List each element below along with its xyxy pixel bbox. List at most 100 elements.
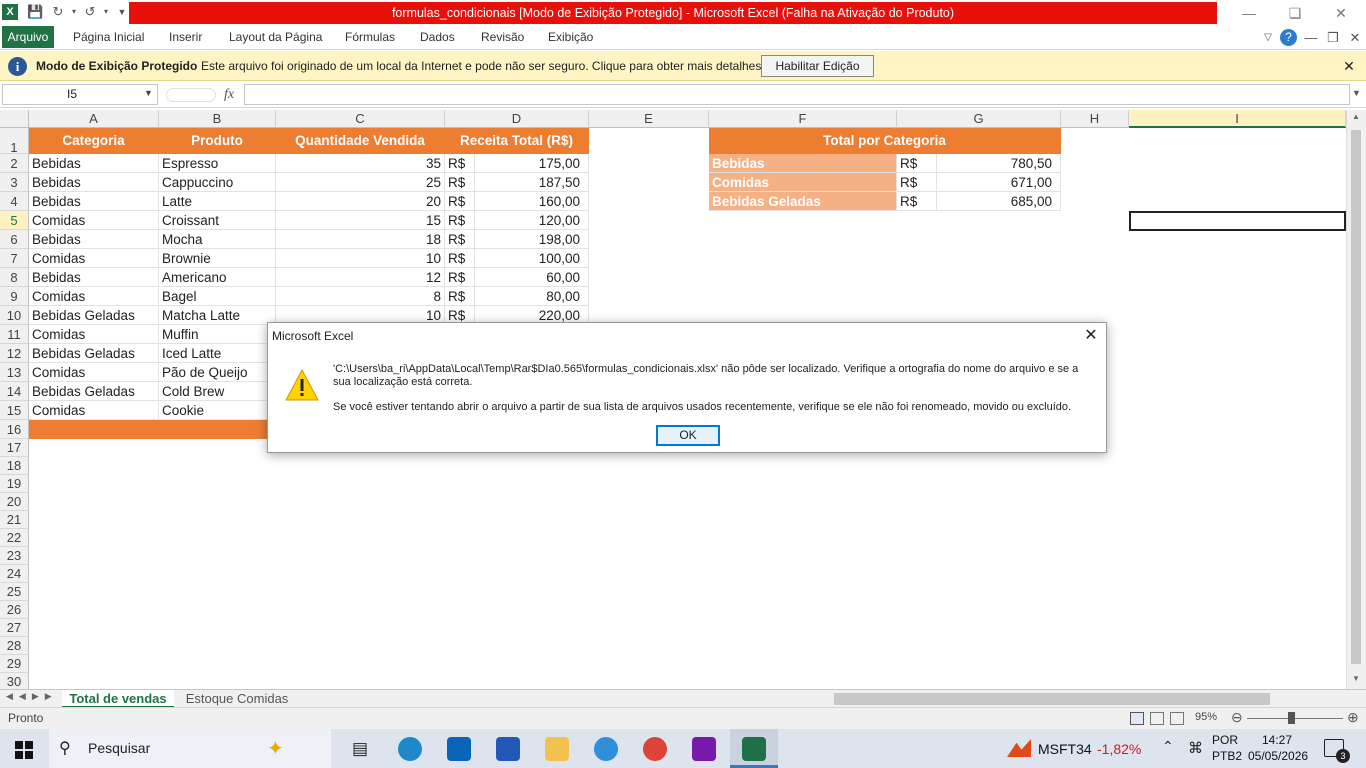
column-header[interactable]: I (1129, 110, 1346, 128)
insert-function-icon[interactable]: fx (224, 87, 234, 103)
table-cell-receita[interactable]: 160,00 (475, 192, 589, 211)
zoom-in-icon[interactable]: ⊕ (1347, 709, 1359, 726)
ribbon-minimize-icon[interactable]: — (1302, 29, 1320, 47)
row-header[interactable]: 8 (0, 268, 29, 287)
sheet-tab-total-de-vendas[interactable]: Total de vendas (62, 690, 174, 708)
table-cell-receita[interactable]: 60,00 (475, 268, 589, 287)
close-icon[interactable]: ✕ (1340, 57, 1358, 75)
row-header[interactable]: 7 (0, 249, 29, 268)
summary-currency[interactable]: R$ (897, 173, 937, 192)
row-header[interactable]: 26 (0, 601, 29, 619)
ribbon-restore-icon[interactable]: ❐ (1324, 29, 1342, 47)
table-cell-produto[interactable]: Pão de Queijo (159, 363, 276, 382)
summary-category[interactable]: Bebidas Geladas (709, 192, 897, 211)
row-header[interactable]: 30 (0, 673, 29, 690)
table-cell-categoria[interactable]: Bebidas (29, 192, 159, 211)
redo-dropdown-icon[interactable]: ▾ (66, 4, 82, 20)
table-cell-categoria[interactable]: Comidas (29, 287, 159, 306)
table-header-cell[interactable]: Categoria (29, 128, 159, 154)
table-cell-quantidade[interactable]: 8 (276, 287, 445, 306)
row-header[interactable]: 1 (0, 128, 29, 155)
stock-name[interactable]: MSFT34 (1038, 741, 1092, 757)
column-header[interactable]: D (445, 110, 589, 128)
formula-input[interactable] (244, 84, 1350, 105)
stock-change[interactable]: -1,82% (1097, 741, 1141, 757)
enable-editing-button[interactable]: Habilitar Edição (761, 55, 874, 77)
row-header[interactable]: 21 (0, 511, 29, 529)
outlook-icon[interactable] (447, 737, 471, 761)
chrome-icon[interactable] (643, 737, 667, 761)
table-cell-produto[interactable]: Cold Brew (159, 382, 276, 401)
table-cell-quantidade[interactable]: 18 (276, 230, 445, 249)
page-layout-view-icon[interactable] (1150, 712, 1164, 725)
select-all-corner[interactable] (0, 110, 29, 128)
summary-header[interactable]: Total por Categoria (709, 128, 1061, 154)
table-cell-receita[interactable]: 187,50 (475, 173, 589, 192)
table-cell-produto[interactable]: Iced Latte (159, 344, 276, 363)
scroll-down-icon[interactable]: ▼ (1352, 674, 1360, 683)
clock-time[interactable]: 14:27 (1262, 733, 1292, 747)
table-cell-currency[interactable]: R$ (445, 154, 475, 173)
table-cell-categoria[interactable]: Comidas (29, 325, 159, 344)
table-header-cell[interactable]: Produto (159, 128, 276, 154)
column-header[interactable]: C (276, 110, 445, 128)
table-cell-quantidade[interactable]: 35 (276, 154, 445, 173)
table-cell-categoria[interactable]: Comidas (29, 211, 159, 230)
normal-view-icon[interactable] (1130, 712, 1144, 725)
summary-currency[interactable]: R$ (897, 154, 937, 173)
table-cell-produto[interactable]: Muffin (159, 325, 276, 344)
row-header[interactable]: 22 (0, 529, 29, 547)
row-header[interactable]: 11 (0, 325, 29, 344)
scroll-thumb[interactable] (1351, 130, 1361, 664)
table-cell-currency[interactable]: R$ (445, 192, 475, 211)
restore-icon[interactable]: ❏ (1272, 0, 1318, 26)
undo-dropdown-icon[interactable]: ▾ (98, 4, 114, 20)
input-layout[interactable]: PTB2 (1212, 749, 1242, 763)
column-header[interactable]: B (159, 110, 276, 128)
chevron-down-icon[interactable]: ▼ (144, 88, 153, 98)
table-cell-categoria[interactable]: Bebidas (29, 173, 159, 192)
table-cell-quantidade[interactable]: 25 (276, 173, 445, 192)
summary-currency[interactable]: R$ (897, 192, 937, 211)
zoom-level[interactable]: 95% (1195, 711, 1217, 723)
table-cell-receita[interactable]: 80,00 (475, 287, 589, 306)
row-header[interactable]: 24 (0, 565, 29, 583)
summary-category[interactable]: Comidas (709, 173, 897, 192)
table-cell-receita[interactable]: 198,00 (475, 230, 589, 249)
row-header[interactable]: 5 (0, 211, 29, 230)
row-header[interactable]: 2 (0, 154, 29, 173)
column-header[interactable]: G (897, 110, 1061, 128)
edge-icon[interactable] (398, 737, 422, 761)
table-cell-categoria[interactable]: Comidas (29, 249, 159, 268)
row-header[interactable]: 12 (0, 344, 29, 363)
row-header[interactable]: 10 (0, 306, 29, 325)
table-cell-receita[interactable]: 100,00 (475, 249, 589, 268)
protected-view-message[interactable]: Este arquivo foi originado de um local d… (201, 59, 765, 73)
table-cell-produto[interactable]: Cappuccino (159, 173, 276, 192)
row-header[interactable]: 28 (0, 637, 29, 655)
edge-beta-icon[interactable] (594, 737, 618, 761)
row-header[interactable]: 29 (0, 655, 29, 673)
table-cell-produto[interactable]: Mocha (159, 230, 276, 249)
column-header[interactable]: H (1061, 110, 1129, 128)
row-header[interactable]: 9 (0, 287, 29, 306)
table-cell-currency[interactable]: R$ (445, 268, 475, 287)
row-header[interactable]: 4 (0, 192, 29, 211)
table-cell-quantidade[interactable]: 20 (276, 192, 445, 211)
table-cell-currency[interactable]: R$ (445, 287, 475, 306)
row-header[interactable]: 14 (0, 382, 29, 401)
name-box[interactable]: I5 (2, 84, 158, 105)
row-header[interactable]: 18 (0, 457, 29, 475)
row-header[interactable]: 16 (0, 420, 29, 439)
table-header-cell[interactable]: Quantidade Vendida (276, 128, 445, 154)
column-header[interactable]: A (29, 110, 159, 128)
dialog-close-icon[interactable]: ✕ (1082, 327, 1100, 345)
redo-icon[interactable]: ↻ (50, 4, 66, 20)
undo-icon[interactable]: ↺ (82, 4, 98, 20)
tab-formulas[interactable]: Fórmulas (345, 26, 395, 49)
table-cell-categoria[interactable]: Bebidas (29, 268, 159, 287)
wifi-icon[interactable]: ⌘ (1188, 739, 1203, 757)
table-cell-categoria[interactable]: Bebidas (29, 230, 159, 249)
table-cell-quantidade[interactable]: 10 (276, 249, 445, 268)
input-language[interactable]: POR (1212, 733, 1238, 747)
